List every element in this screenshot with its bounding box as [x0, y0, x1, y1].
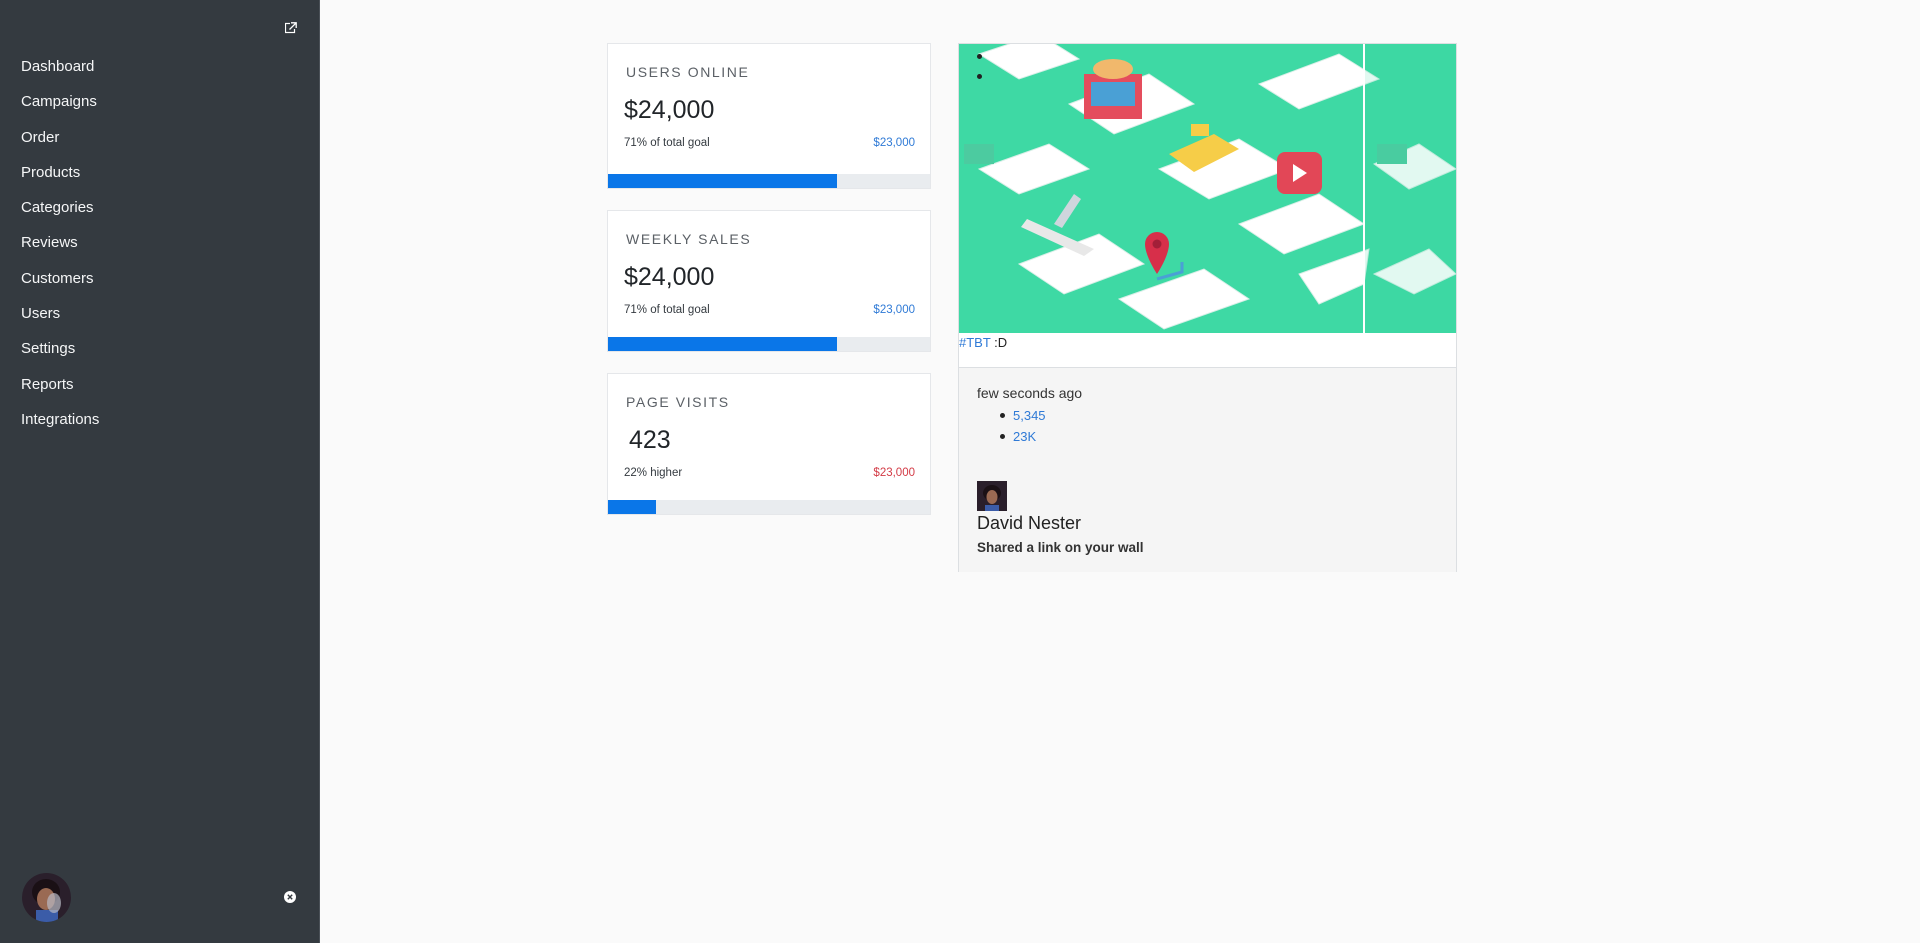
author-avatar[interactable] [977, 481, 1007, 511]
caption-text: :D [990, 335, 1008, 350]
sidebar-item-order[interactable]: Order [0, 124, 319, 159]
sidebar-item-users[interactable]: Users [0, 300, 319, 335]
sidebar: Dashboard Campaigns Order Products Categ… [0, 0, 320, 943]
sidebar-item-products[interactable]: Products [0, 159, 319, 194]
carousel-dot[interactable] [977, 54, 982, 59]
sidebar-item-campaigns[interactable]: Campaigns [0, 88, 319, 123]
sidebar-nav: Dashboard Campaigns Order Products Categ… [0, 53, 319, 441]
progress-bar [608, 500, 930, 514]
stat-card-weekly-sales: WEEKLY SALES $24,000 71% of total goal $… [607, 210, 931, 352]
progress-fill [608, 174, 837, 188]
progress-fill [608, 337, 837, 351]
card-meta: 22% higher [624, 467, 683, 479]
author-name[interactable]: David Nester [977, 513, 1081, 534]
sidebar-item-reviews[interactable]: Reviews [0, 229, 319, 264]
user-avatar[interactable] [22, 873, 71, 922]
sidebar-item-categories[interactable]: Categories [0, 194, 319, 229]
card-meta: 71% of total goal [624, 137, 710, 149]
card-value: 423 [629, 426, 671, 454]
card-value: $24,000 [624, 96, 715, 124]
social-card: #TBT :D few seconds ago 5,345 23K David … [958, 43, 1457, 572]
sidebar-item-integrations[interactable]: Integrations [0, 406, 319, 441]
sidebar-item-dashboard[interactable]: Dashboard [0, 53, 319, 88]
card-amount: $23,000 [873, 304, 915, 316]
card-amount: $23,000 [873, 467, 915, 479]
external-link-icon[interactable] [285, 22, 297, 34]
card-value: $24,000 [624, 263, 715, 291]
post-image[interactable] [959, 44, 1456, 333]
hashtag-link[interactable]: #TBT [959, 335, 991, 350]
progress-bar [608, 174, 930, 188]
post-footer: few seconds ago 5,345 23K David Nester S… [959, 367, 1456, 572]
post-message: Shared a link on your wall [977, 540, 1144, 555]
post-time: few seconds ago [977, 385, 1083, 401]
progress-bar [608, 337, 930, 351]
card-label: USERS ONLINE [626, 64, 750, 80]
card-amount: $23,000 [873, 137, 915, 149]
stat-card-page-visits: PAGE VISITS 423 22% higher $23,000 [607, 373, 931, 515]
card-label: WEEKLY SALES [626, 231, 752, 247]
card-meta: 71% of total goal [624, 304, 710, 316]
sidebar-item-reports[interactable]: Reports [0, 371, 319, 406]
sidebar-item-customers[interactable]: Customers [0, 265, 319, 300]
post-caption: #TBT :D [959, 335, 1007, 350]
shares-count[interactable]: 23K [1000, 426, 1046, 447]
close-circle-icon[interactable] [284, 891, 296, 903]
progress-fill [608, 500, 657, 514]
carousel-indicators [977, 54, 982, 94]
post-stats: 5,345 23K [1000, 405, 1046, 447]
sidebar-item-settings[interactable]: Settings [0, 335, 319, 370]
stat-card-users-online: USERS ONLINE $24,000 71% of total goal $… [607, 43, 931, 189]
carousel-dot[interactable] [977, 74, 982, 79]
card-label: PAGE VISITS [626, 394, 730, 410]
likes-count[interactable]: 5,345 [1000, 405, 1046, 426]
